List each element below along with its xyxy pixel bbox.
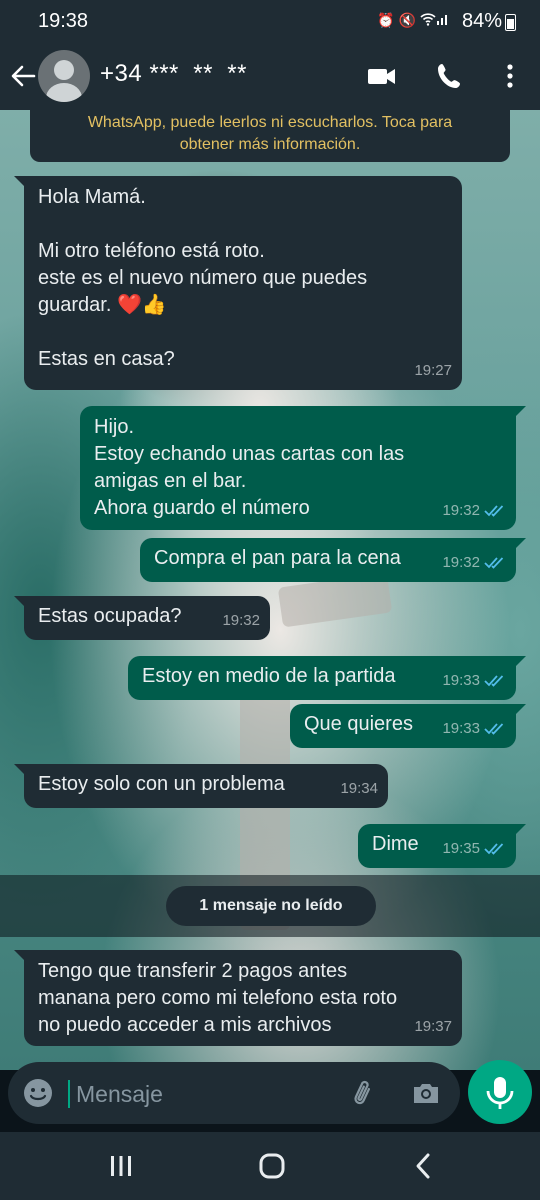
home-icon[interactable] [254,1148,290,1184]
message-text: Estoy solo con un problema [38,773,285,795]
encryption-notice[interactable]: WhatsApp, puede leerlos ni escucharlos. … [30,110,510,162]
emoji-icon[interactable] [22,1077,54,1109]
status-time: 19:38 [38,10,89,32]
back-arrow-icon[interactable] [8,58,38,94]
alarm-icon: ⏰ [377,12,399,28]
message-incoming[interactable]: Estas ocupada? 19:32 [14,596,270,640]
notice-line-1: WhatsApp, puede leerlos ni escucharlos. … [87,114,453,131]
message-time: 19:27 [414,362,452,379]
message-meta: 19:32 [442,549,506,576]
message-text: Tengo que transferir 2 pagos antes manan… [38,960,398,1036]
message-meta: 19:32 [222,607,260,634]
chat-header: +34 *** ** ** [0,44,540,110]
wifi-icon [420,13,436,26]
read-receipt-icon [484,722,504,735]
attach-icon[interactable] [348,1077,380,1109]
message-outgoing[interactable]: Que quieres 19:33 [290,704,526,748]
mute-icon: 🔇 [398,12,420,28]
message-time: 19:37 [414,1018,452,1035]
message-meta: 19:37 [414,1013,452,1040]
mic-icon [486,1077,514,1109]
message-outgoing[interactable]: Estoy en medio de la partida 19:33 [128,656,526,700]
message-meta: 19:35 [442,835,506,862]
phone-icon[interactable] [432,58,468,94]
read-receipt-icon [484,556,504,569]
message-time: 19:33 [442,672,480,689]
message-incoming[interactable]: Estoy solo con un problema 19:34 [14,764,388,808]
message-text: Hijo. Estoy echando unas cartas con las … [94,416,405,519]
signal-icon [437,15,447,25]
battery-level: 84% [461,10,502,32]
message-meta: 19:27 [414,357,452,384]
avatar-head [54,60,74,80]
status-bar: 19:38 ⏰🔇 84% [0,0,540,44]
read-receipt-icon [484,842,504,855]
mic-button[interactable] [468,1060,532,1124]
system-nav-bar [0,1132,540,1200]
message-time: 19:32 [222,612,260,629]
message-time: 19:33 [442,720,480,737]
avatar[interactable] [38,50,90,102]
notice-line-2: obtener más información. [179,136,361,153]
read-receipt-icon [484,504,504,517]
message-outgoing[interactable]: Dime 19:35 [358,824,526,868]
message-time: 19:35 [442,840,480,857]
status-icons: ⏰🔇 [377,12,450,29]
message-text: Hola Mamá. Mi otro teléfono está roto. e… [38,186,368,370]
message-time: 19:34 [340,780,378,797]
message-outgoing[interactable]: Hijo. Estoy echando unas cartas con las … [80,406,526,530]
camera-icon[interactable] [410,1077,442,1109]
avatar-body [46,83,82,102]
back-nav-icon[interactable] [406,1148,442,1184]
contact-name[interactable]: +34 *** ** ** [100,60,247,88]
battery-icon [505,14,516,31]
video-call-icon[interactable] [364,58,400,94]
message-meta: 19:34 [340,775,378,802]
message-meta: 19:33 [442,715,506,742]
message-time: 19:32 [442,502,480,519]
message-time: 19:32 [442,554,480,571]
recent-apps-icon[interactable] [103,1148,139,1184]
message-meta: 19:33 [442,667,506,694]
read-receipt-icon [484,674,504,687]
message-input[interactable] [74,1074,338,1114]
message-incoming[interactable]: Tengo que transferir 2 pagos antes manan… [14,950,462,1046]
message-composer [8,1062,460,1124]
text-cursor [68,1080,70,1108]
more-vert-icon[interactable] [492,58,528,94]
unread-badge: 1 mensaje no leído [166,886,376,926]
message-incoming[interactable]: Hola Mamá. Mi otro teléfono está roto. e… [14,176,462,390]
message-outgoing[interactable]: Compra el pan para la cena 19:32 [140,538,526,582]
message-meta: 19:32 [442,497,506,524]
